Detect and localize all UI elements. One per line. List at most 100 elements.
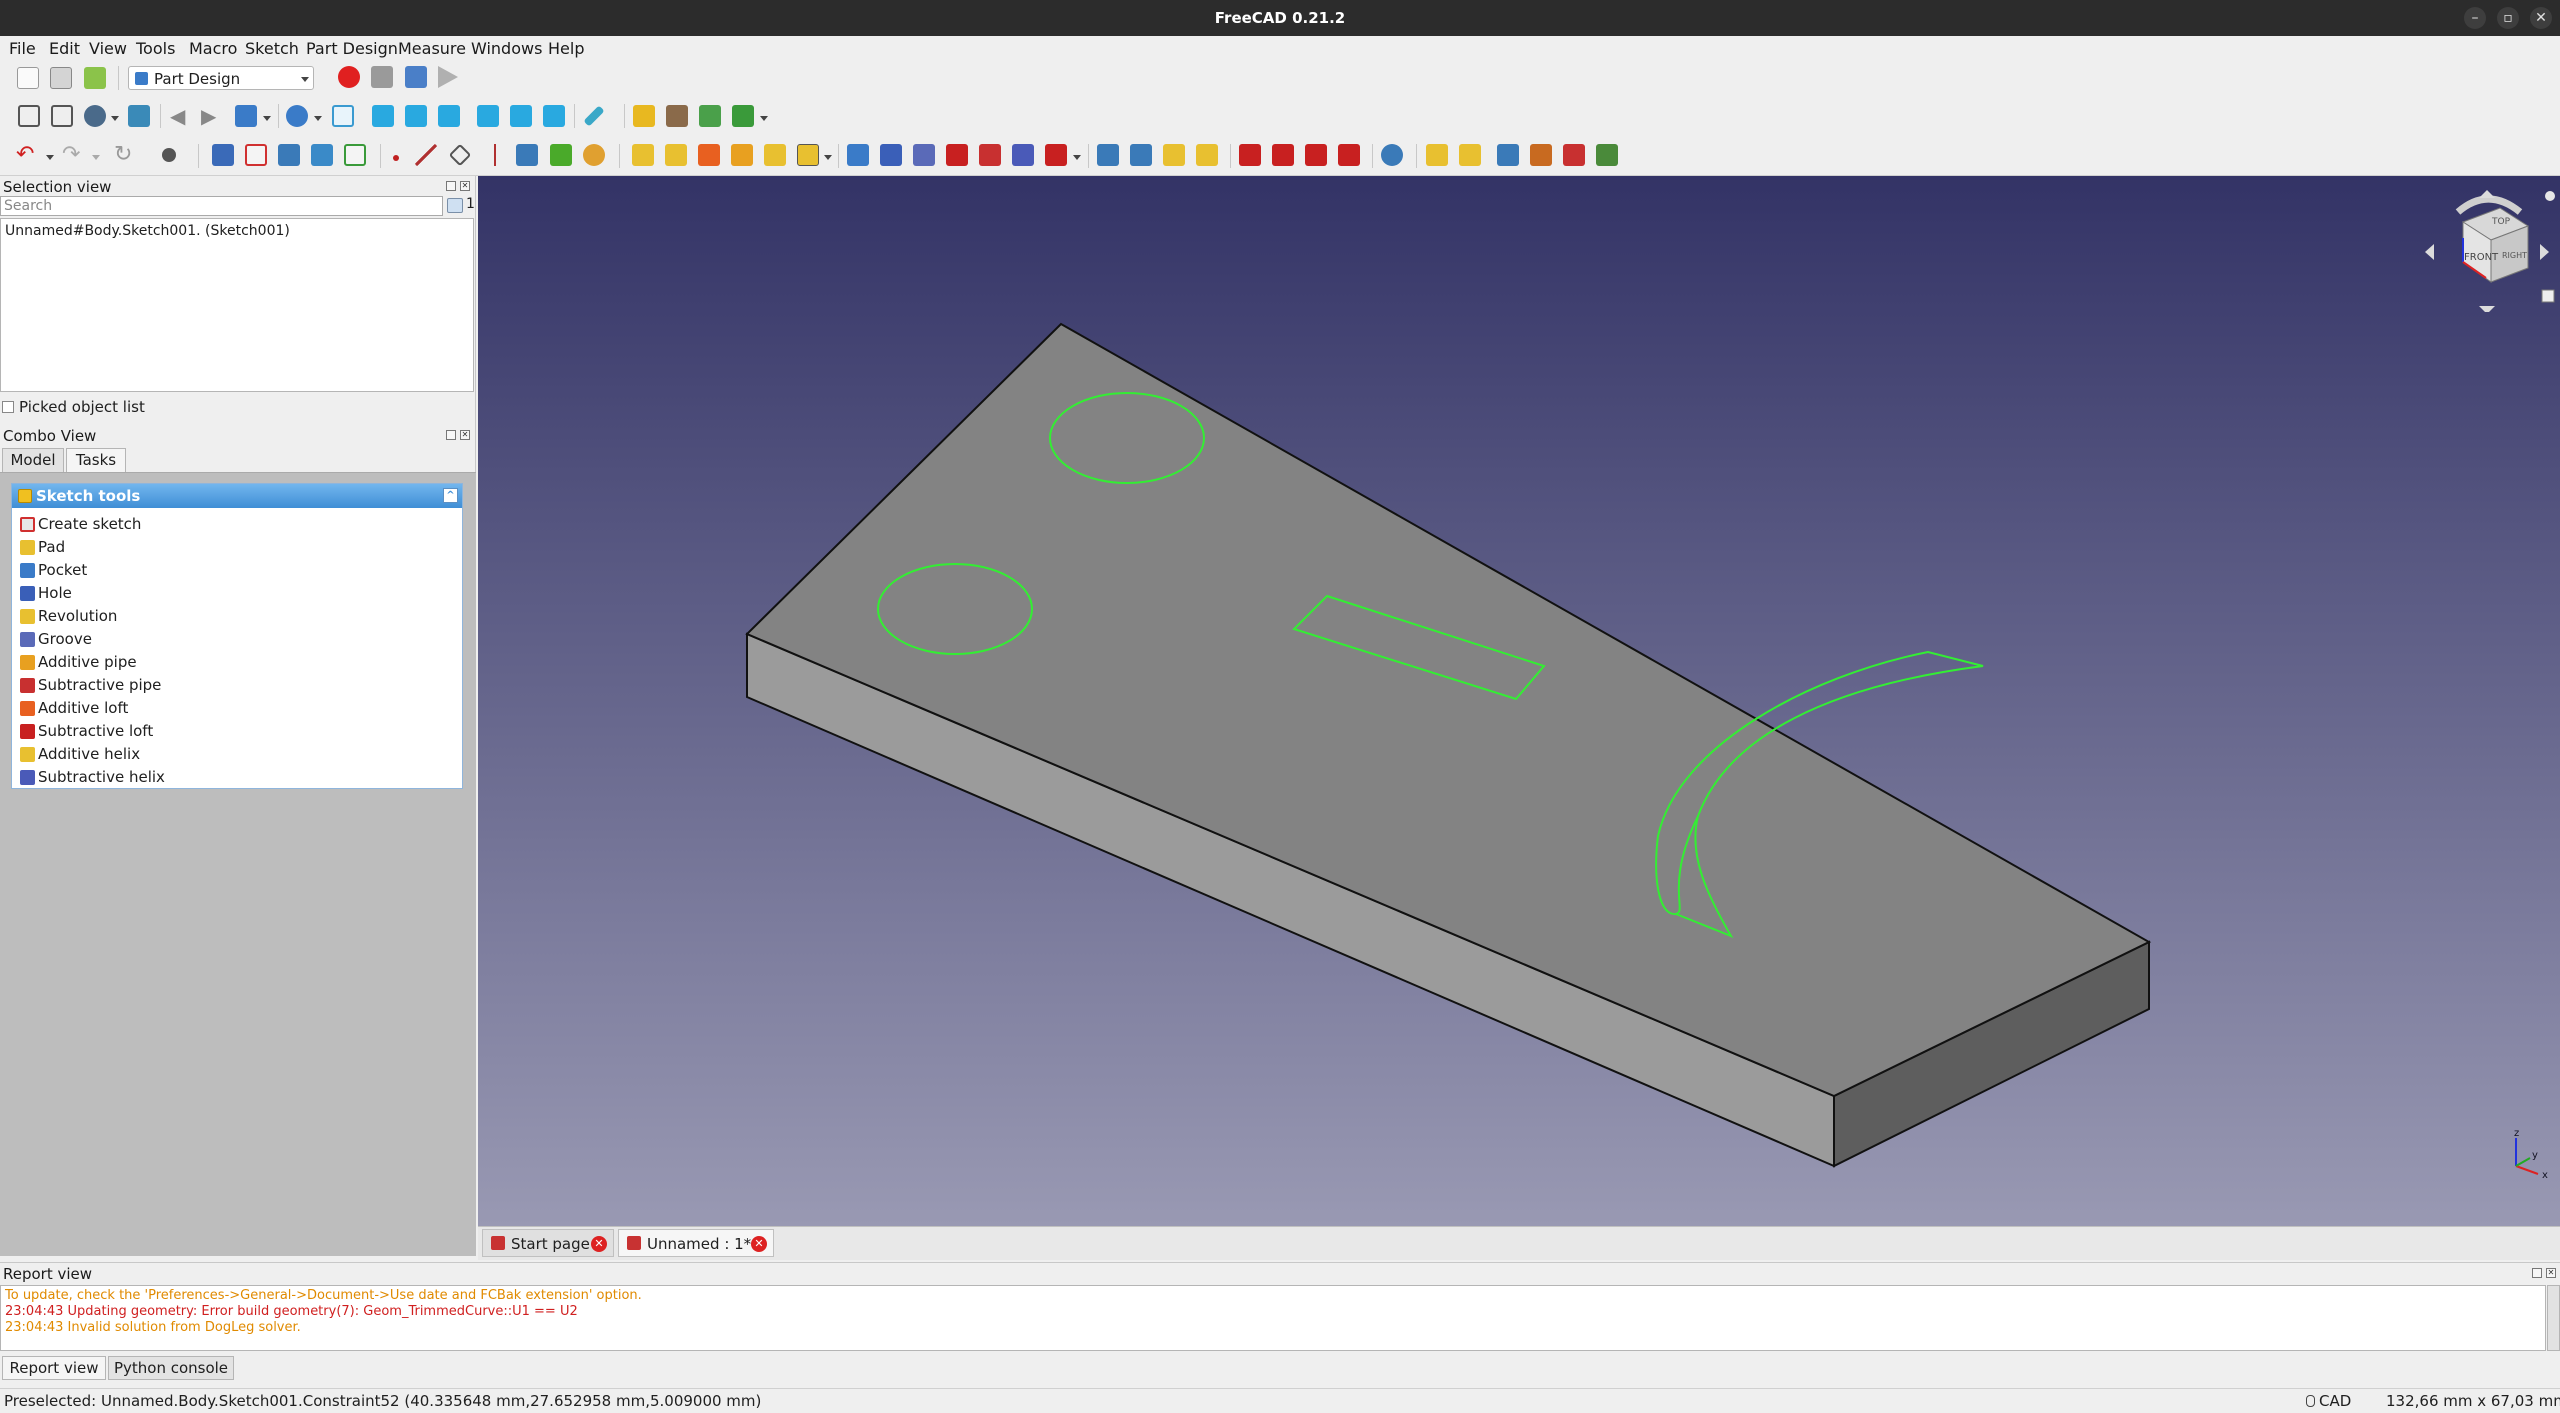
menu-view[interactable]: View <box>89 39 127 58</box>
selection-search-input[interactable] <box>0 196 443 216</box>
draft-icon[interactable] <box>1305 144 1327 166</box>
close-tab-icon[interactable]: ✕ <box>751 1236 767 1252</box>
arrow-left-icon[interactable]: ◀ <box>170 105 192 127</box>
chevron-down-icon[interactable] <box>760 116 768 121</box>
additive-helix-icon[interactable] <box>764 144 786 166</box>
workbench-selector[interactable]: Part Design <box>128 66 314 90</box>
arrow-right-icon[interactable]: ▶ <box>201 105 223 127</box>
new-document-icon[interactable] <box>17 67 39 89</box>
menu-measure[interactable]: Measure <box>398 39 466 58</box>
link-actions-icon[interactable] <box>732 105 754 127</box>
pocket-icon[interactable] <box>847 144 869 166</box>
sync-view-icon[interactable] <box>235 105 257 127</box>
view-menu-cube-icon[interactable] <box>2541 289 2555 303</box>
menu-macro[interactable]: Macro <box>189 39 237 58</box>
datum-plane-icon[interactable] <box>448 143 472 167</box>
report-log[interactable]: To update, check the 'Preferences->Gener… <box>0 1285 2546 1351</box>
polar-pattern-icon[interactable] <box>1163 144 1185 166</box>
float-panel-button[interactable] <box>446 181 456 191</box>
revolution-icon[interactable] <box>665 144 687 166</box>
picked-checkbox[interactable] <box>2 401 14 413</box>
edit-macro-icon[interactable] <box>405 66 427 88</box>
create-part-icon[interactable] <box>633 105 655 127</box>
arrow-up-icon[interactable] <box>2479 190 2495 198</box>
thickness-icon[interactable] <box>1338 144 1360 166</box>
chamfer-icon[interactable] <box>1272 144 1294 166</box>
refresh-icon[interactable]: ↻ <box>114 144 136 166</box>
view-front-icon[interactable] <box>372 105 394 127</box>
clone-icon[interactable] <box>344 144 366 166</box>
tab-report-view[interactable]: Report view <box>2 1356 106 1380</box>
chevron-down-icon[interactable] <box>46 155 54 160</box>
menu-file[interactable]: File <box>9 39 36 58</box>
chevron-down-icon[interactable] <box>1073 155 1081 160</box>
whats-this-icon[interactable] <box>162 148 176 162</box>
view-left-icon[interactable] <box>543 105 565 127</box>
create-sketch-icon[interactable] <box>245 144 267 166</box>
view-isometric-icon[interactable] <box>332 105 354 127</box>
involute-gear-icon[interactable] <box>1459 144 1481 166</box>
view-rear-icon[interactable] <box>477 105 499 127</box>
run-macro-icon[interactable] <box>438 66 458 88</box>
close-tab-icon[interactable]: ✕ <box>591 1236 607 1252</box>
datum-line-icon[interactable] <box>415 144 437 166</box>
sketch-tools-header[interactable]: Sketch tools ^ <box>12 484 462 508</box>
minimize-button[interactable]: – <box>2464 7 2486 29</box>
close-panel-button[interactable]: ✕ <box>460 430 470 440</box>
workbench-tool-icon[interactable] <box>1596 144 1618 166</box>
validate-sketch-icon[interactable] <box>278 144 300 166</box>
3d-viewport[interactable]: TOP FRONT RIGHT z x y <box>478 176 2560 1226</box>
view-bottom-icon[interactable] <box>510 105 532 127</box>
multi-transform-icon[interactable] <box>1196 144 1218 166</box>
zoom-icon[interactable] <box>286 105 308 127</box>
close-panel-button[interactable]: ✕ <box>2546 1268 2556 1278</box>
close-panel-button[interactable]: ✕ <box>460 181 470 191</box>
pad-icon[interactable] <box>632 144 654 166</box>
local-coordinate-system-icon[interactable] <box>484 144 506 166</box>
mirrored-icon[interactable] <box>1097 144 1119 166</box>
additive-pipe-icon[interactable] <box>731 144 753 166</box>
subtractive-pipe-icon[interactable] <box>979 144 1001 166</box>
view-right-icon[interactable] <box>438 105 460 127</box>
arrow-left-icon[interactable] <box>2425 244 2434 260</box>
arrow-right-icon[interactable] <box>2540 244 2549 260</box>
navigation-cube[interactable]: TOP FRONT RIGHT <box>2418 182 2556 314</box>
shape-binder-icon[interactable] <box>311 144 333 166</box>
chevron-down-icon[interactable] <box>263 116 271 121</box>
selection-list[interactable]: Unnamed#Body.Sketch001. (Sketch001) <box>0 218 474 392</box>
clone-body-icon[interactable] <box>550 144 572 166</box>
collapse-icon[interactable]: ^ <box>443 488 458 503</box>
clear-search-icon[interactable] <box>447 198 463 213</box>
shaft-wizard-icon[interactable] <box>1497 144 1519 166</box>
rotate-cw-icon[interactable] <box>2455 195 2523 215</box>
menu-edit[interactable]: Edit <box>49 39 80 58</box>
tab-tasks[interactable]: Tasks <box>66 448 126 472</box>
menu-windows[interactable]: Windows <box>471 39 542 58</box>
undo-icon[interactable]: ↶ <box>16 144 38 166</box>
hole-icon[interactable] <box>880 144 902 166</box>
tab-unnamed[interactable]: Unnamed : 1* ✕ <box>618 1229 774 1257</box>
sprocket-icon[interactable] <box>1426 144 1448 166</box>
record-macro-icon[interactable] <box>338 66 360 88</box>
additive-primitive-icon[interactable] <box>797 144 819 166</box>
additive-loft-icon[interactable] <box>698 144 720 166</box>
nav-cube-menu-icon[interactable] <box>2545 191 2555 201</box>
list-item[interactable]: Unnamed#Body.Sketch001. (Sketch001) <box>5 223 290 239</box>
save-document-icon[interactable] <box>84 67 106 89</box>
make-link-icon[interactable] <box>699 105 721 127</box>
chevron-down-icon[interactable] <box>824 155 832 160</box>
measure-distance-icon[interactable] <box>583 105 605 127</box>
boolean-icon[interactable] <box>1381 144 1403 166</box>
open-document-icon[interactable] <box>50 67 72 89</box>
menu-part-design[interactable]: Part Design <box>306 39 398 58</box>
close-window-button[interactable]: ✕ <box>2530 7 2552 29</box>
arrow-down-icon[interactable] <box>2479 306 2495 314</box>
report-scrollbar[interactable] <box>2547 1285 2560 1351</box>
create-body-icon[interactable] <box>212 144 234 166</box>
chevron-down-icon[interactable] <box>92 155 100 160</box>
fillet-icon[interactable] <box>1239 144 1261 166</box>
datum-point-icon[interactable] <box>393 155 399 161</box>
draw-style-icon[interactable] <box>84 105 106 127</box>
navigation-style-button[interactable]: CAD <box>2306 1392 2351 1410</box>
tab-python-console[interactable]: Python console <box>108 1356 234 1380</box>
